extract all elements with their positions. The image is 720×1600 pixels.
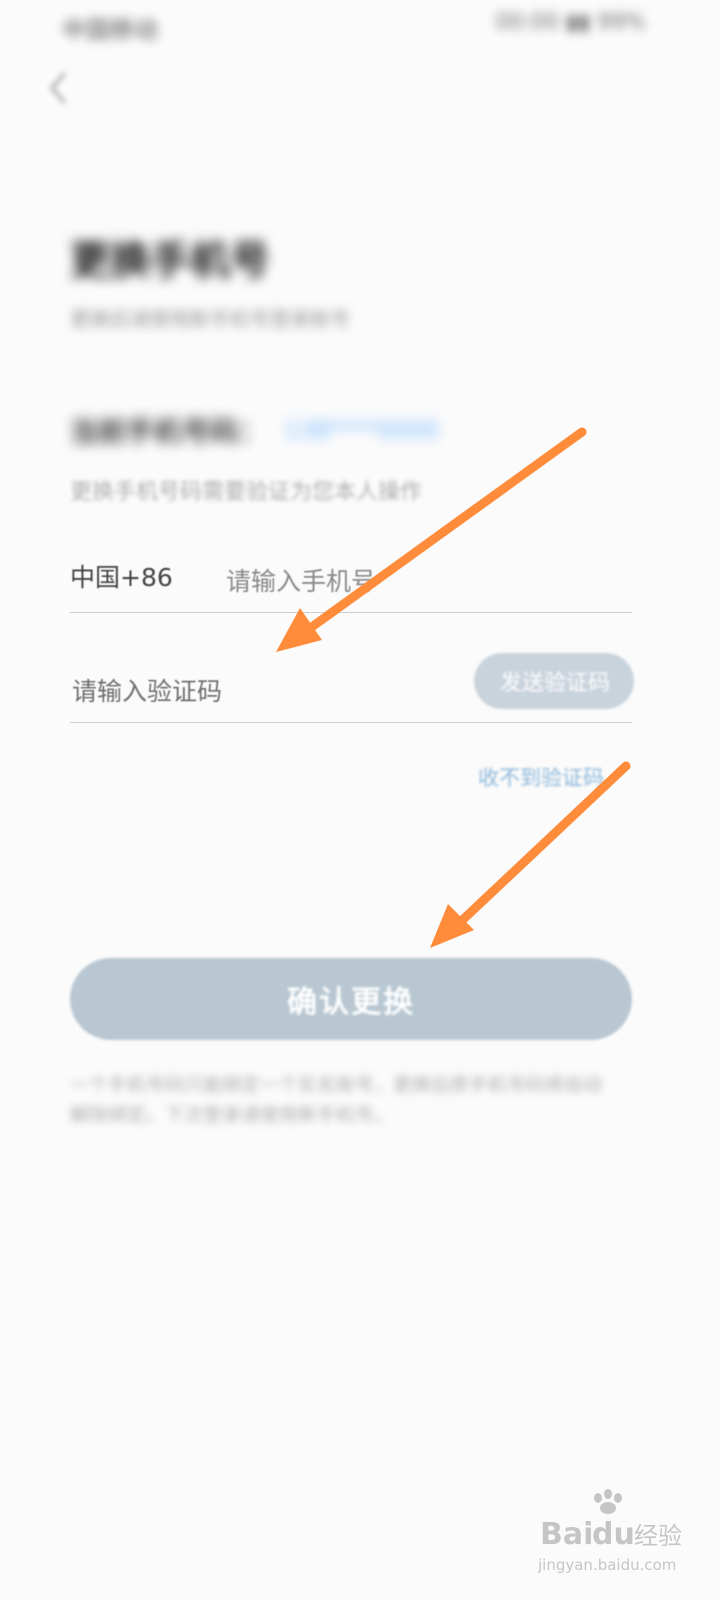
phone-input[interactable] <box>224 560 628 602</box>
current-phone-row: 当前手机号码： 138****0000 <box>70 410 439 450</box>
phone-input-row: 中国+86 <box>70 548 632 613</box>
svg-text:Bai: Bai <box>540 1517 593 1552</box>
verify-hint: 更换手机号码需要验证为您本人操作 <box>70 480 423 505</box>
change-phone-screen: 中国移动 00:00 ▮▮ 99% 更换手机号 更换后请使用新手机号登录账号 当… <box>0 0 720 1600</box>
arrow-to-code-input-icon <box>276 427 587 652</box>
status-bar-carrier: 中国移动 <box>62 16 158 44</box>
send-code-button[interactable]: 发送验证码 <box>474 653 634 709</box>
page-title: 更换手机号 <box>70 238 270 284</box>
current-phone-label: 当前手机号码： <box>70 415 267 448</box>
footnote-text: 一个手机号码只能绑定一个实名账号，更换后原手机号码将自动解除绑定。下次登录请使用… <box>70 1074 603 1126</box>
baidu-jingyan-watermark: Bai du 经验 jingyan.baidu.com <box>538 1488 688 1578</box>
no-code-link[interactable]: 收不到验证码 <box>478 762 604 792</box>
svg-text:du: du <box>592 1517 635 1552</box>
code-input-row: 发送验证码 <box>70 650 634 723</box>
watermark-url: jingyan.baidu.com <box>538 1556 677 1574</box>
country-code-selector[interactable]: 中国+86 <box>70 558 173 594</box>
arrow-to-confirm-button-icon <box>430 761 631 948</box>
svg-text:经验: 经验 <box>634 1522 682 1550</box>
baidu-paw-logo-icon: Bai du 经验 <box>540 1489 682 1552</box>
current-phone-value: 138****0000 <box>284 416 439 444</box>
chevron-left-icon[interactable] <box>48 70 68 106</box>
page-subtitle: 更换后请使用新手机号登录账号 <box>70 307 350 331</box>
status-bar-indicators: 00:00 ▮▮ 99% <box>495 10 647 35</box>
verification-code-input[interactable] <box>70 670 454 712</box>
confirm-change-button[interactable]: 确认更换 <box>70 958 632 1040</box>
